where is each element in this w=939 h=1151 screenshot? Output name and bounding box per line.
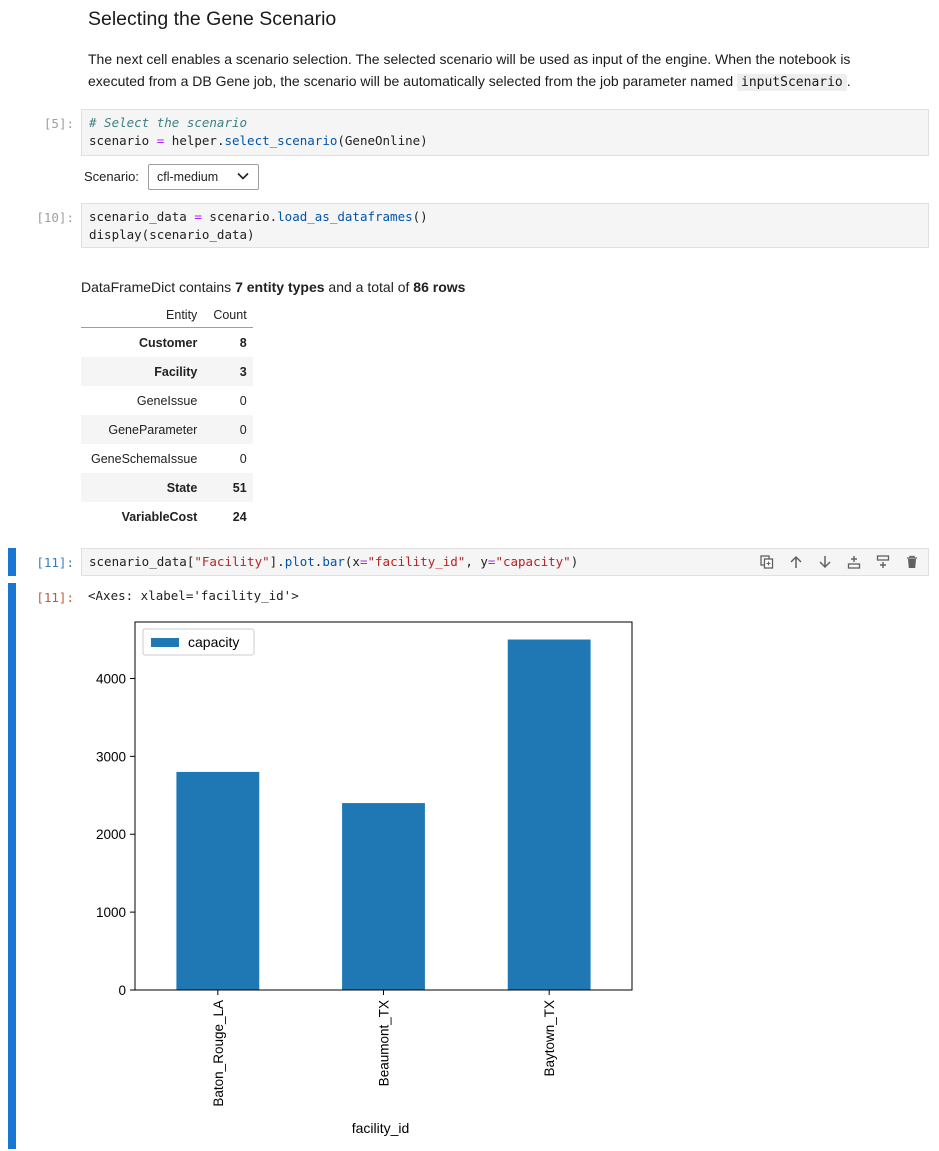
table-row: GeneParameter 0 [81, 415, 253, 444]
count-cell: 0 [239, 422, 247, 437]
column-header-count: Count [213, 307, 247, 322]
scenario-dropdown[interactable]: cfl-medium [148, 164, 259, 190]
code-token: ]. [269, 554, 285, 569]
table-row: GeneIssue 0 [81, 386, 253, 415]
cell-11-output-prompt: [11]: [36, 590, 74, 605]
markdown-paragraph: The next cell enables a scenario selecti… [88, 48, 908, 94]
code-token: ) [570, 554, 579, 569]
code-token: scenario_data[ [89, 554, 195, 569]
cell-11-prompt: [11]: [36, 555, 74, 570]
code-function: plot [284, 554, 315, 569]
code-token: (GeneOnline) [337, 133, 428, 148]
output-text: <Axes: xlabel='facility_id'> [88, 588, 299, 603]
table-row: State 51 [81, 473, 253, 502]
entity-cell: Facility [154, 364, 198, 379]
count-cell: 0 [239, 451, 247, 466]
table-row: Facility 3 [81, 357, 253, 386]
scenario-selected-value: cfl-medium [157, 170, 219, 184]
code-function: select_scenario [224, 133, 338, 148]
summary-text: and a total of [324, 279, 414, 295]
count-cell: 0 [239, 393, 247, 408]
code-token: () [412, 209, 428, 224]
code-token: helper. [164, 133, 225, 148]
code-token: scenario [89, 133, 157, 148]
entity-count-table: Entity Count Customer 8 Facility 3 GeneIss… [81, 302, 253, 531]
cell-10-editor[interactable]: scenario_data = scenario.load_as_datafra… [81, 203, 929, 248]
insert-above-button[interactable] [845, 553, 863, 571]
summary-entity-types: 7 entity types [235, 279, 325, 295]
cell-toolbar [758, 553, 921, 571]
count-cell: 3 [239, 364, 247, 379]
code-function: bar [322, 554, 345, 569]
entity-cell: GeneSchemaIssue [91, 451, 198, 466]
y-tick-label: 1000 [96, 905, 126, 920]
x-tick-label: Beaumont_TX [377, 1000, 392, 1086]
code-string: "Facility" [194, 554, 270, 569]
duplicate-icon [760, 555, 774, 569]
entity-cell: VariableCost [121, 509, 198, 524]
insert-above-icon [847, 556, 861, 569]
duplicate-cell-button[interactable] [758, 553, 776, 571]
bar-Beaumont_TX [342, 803, 425, 990]
summary-rows: 86 rows [413, 279, 466, 295]
table-row: VariableCost 24 [81, 502, 253, 531]
cell-5-editor[interactable]: # Select the scenario scenario = helper.… [81, 109, 929, 156]
code-token: scenario. [201, 209, 278, 224]
y-tick-label: 4000 [96, 671, 126, 686]
legend-label: capacity [188, 634, 239, 650]
insert-below-icon [876, 555, 890, 568]
legend-swatch [151, 638, 179, 647]
x-axis-label: facility_id [352, 1120, 410, 1136]
code-token: scenario_data [89, 209, 195, 224]
entity-cell: Customer [138, 335, 198, 350]
x-tick-label: Baton_Rouge_LA [211, 1000, 226, 1107]
code-operator: = [194, 209, 202, 224]
table-header-row: Entity Count [81, 302, 253, 328]
scenario-label: Scenario: [84, 169, 139, 184]
code-function: load_as_dataframes [277, 209, 413, 224]
code-token: , y [465, 554, 488, 569]
code-string: "facility_id" [367, 554, 466, 569]
x-tick-label: Baytown_TX [542, 1000, 557, 1077]
move-up-button[interactable] [787, 553, 805, 571]
entity-cell: State [166, 480, 198, 495]
entity-cell: GeneParameter [108, 422, 198, 437]
code-comment: # Select the scenario [89, 115, 248, 130]
count-cell: 8 [239, 335, 247, 350]
count-cell: 51 [232, 480, 247, 495]
inline-code: inputScenario [737, 74, 847, 91]
trash-icon [907, 555, 917, 568]
markdown-heading: Selecting the Gene Scenario [88, 8, 337, 30]
cell-5-prompt: [5]: [43, 116, 74, 131]
move-down-button[interactable] [816, 553, 834, 571]
y-tick-label: 0 [118, 983, 126, 998]
summary-text: DataFrameDict contains [81, 279, 236, 295]
insert-below-button[interactable] [874, 553, 892, 571]
code-operator: = [359, 554, 368, 569]
count-cell: 24 [232, 509, 247, 524]
arrow-down-icon [819, 556, 831, 569]
table-row: Customer 8 [81, 327, 253, 357]
bar-Baytown_TX [507, 639, 591, 990]
cell-collapser-output[interactable] [8, 583, 16, 1149]
cell-10-prompt: [10]: [36, 210, 74, 225]
capacity-bar-chart: Baton_Rouge_LA Beaumont_TX Baytown_TX 0 1000… [96, 621, 633, 1136]
code-token: display(scenario_data) [89, 227, 255, 242]
y-tick-label: 2000 [96, 827, 126, 842]
column-header-entity: Entity [166, 307, 198, 322]
y-tick-label: 3000 [96, 749, 126, 764]
dataframe-summary: DataFrameDict contains 7 entity types an… [81, 279, 465, 295]
bar-Baton_Rouge_LA [176, 771, 260, 990]
paragraph-end: . [846, 73, 851, 89]
table-row: GeneSchemaIssue 0 [81, 444, 253, 473]
entity-cell: GeneIssue [136, 393, 198, 408]
delete-cell-button[interactable] [903, 553, 921, 571]
code-token: (x [344, 554, 360, 569]
code-string: "capacity" [495, 554, 571, 569]
arrow-up-icon [790, 555, 802, 568]
chevron-down-icon [237, 172, 249, 180]
